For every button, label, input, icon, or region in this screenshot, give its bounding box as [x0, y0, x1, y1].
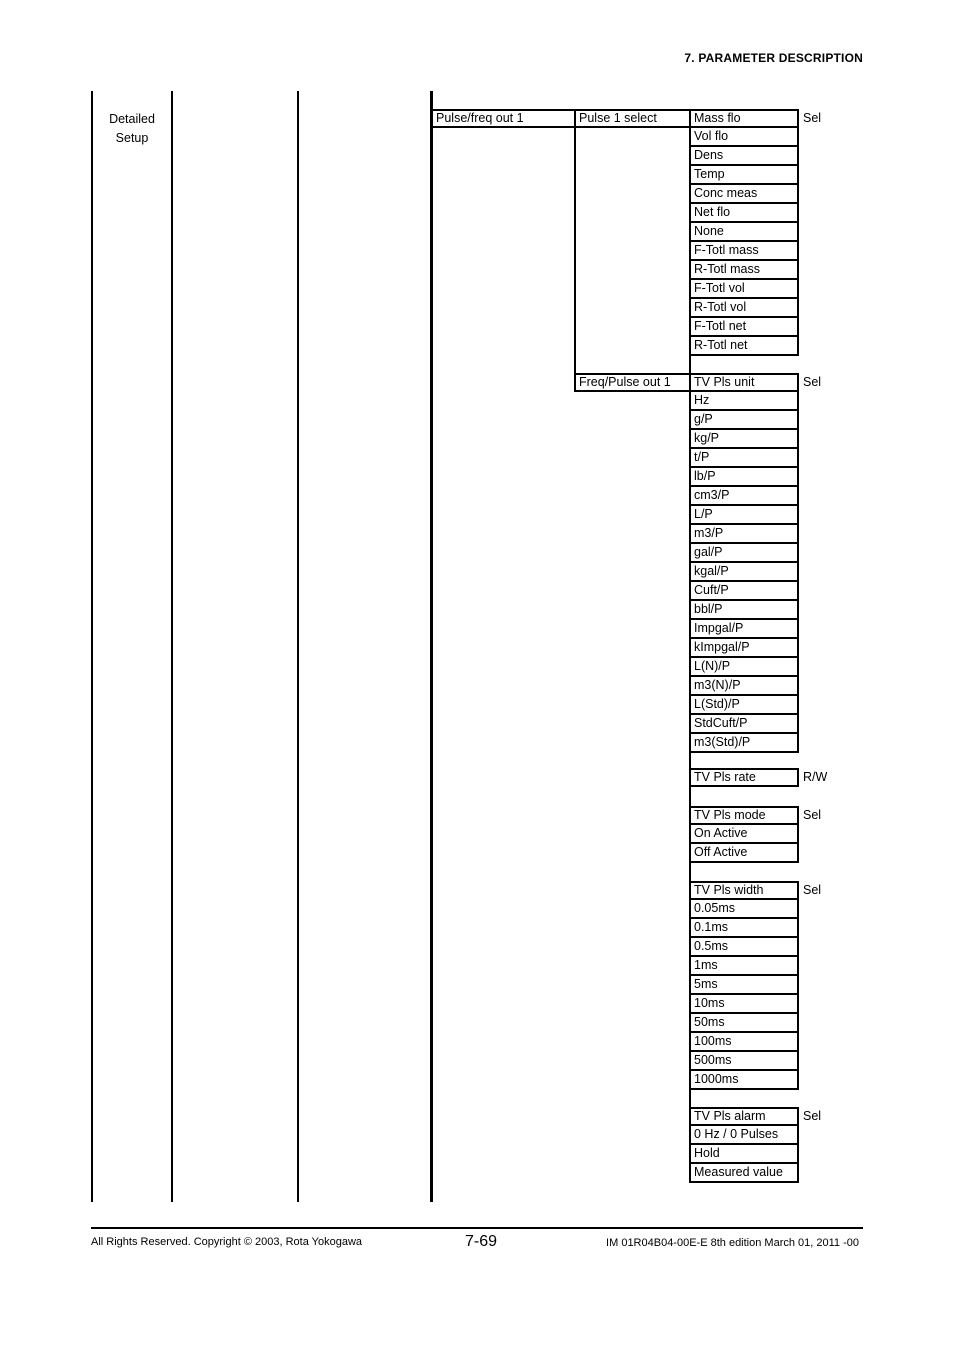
option-item[interactable]: Measured value — [689, 1164, 799, 1183]
option-item[interactable]: kImpgal/P — [689, 639, 799, 658]
option-item[interactable]: L(N)/P — [689, 658, 799, 677]
option-item[interactable]: 1000ms — [689, 1071, 799, 1090]
option-list-tv-pls-mode: TV Pls mode On Active Off Active — [689, 806, 799, 863]
option-list-tv-pls-alarm: TV Pls alarm 0 Hz / 0 Pulses Hold Measured … — [689, 1107, 799, 1183]
option-item[interactable]: L(Std)/P — [689, 696, 799, 715]
column-divider-2 — [171, 91, 173, 1202]
option-item[interactable]: TV Pls alarm — [689, 1107, 799, 1126]
access-label: R/W — [803, 770, 828, 784]
footer-doc-id: IM 01R04B04-00E-E 8th edition March 01, … — [606, 1237, 859, 1249]
option-item[interactable]: m3(N)/P — [689, 677, 799, 696]
column-divider-4 — [430, 91, 433, 1202]
option-item[interactable]: cm3/P — [689, 487, 799, 506]
option-item[interactable]: TV Pls mode — [689, 806, 799, 825]
footer-copyright: All Rights Reserved. Copyright © 2003, R… — [91, 1236, 363, 1248]
option-item[interactable]: Temp — [689, 166, 799, 185]
option-item[interactable]: TV Pls width — [689, 881, 799, 900]
option-item[interactable]: F-Totl net — [689, 318, 799, 337]
option-item[interactable]: None — [689, 223, 799, 242]
option-item[interactable]: 0.5ms — [689, 938, 799, 957]
footer-divider — [91, 1227, 863, 1229]
option-item[interactable]: Hold — [689, 1145, 799, 1164]
menu-item-pulse-freq-out-1[interactable]: Pulse/freq out 1 — [431, 109, 576, 128]
option-list-tv-pls-rate: TV Pls rate — [689, 768, 799, 787]
option-item[interactable]: TV Pls unit — [689, 373, 799, 392]
option-item[interactable]: 0 Hz / 0 Pulses — [689, 1126, 799, 1145]
connector-line — [574, 126, 576, 384]
menu-item-freq-pulse-out-1[interactable]: Freq/Pulse out 1 — [574, 373, 691, 392]
option-item[interactable]: F-Totl mass — [689, 242, 799, 261]
level1-label-line2: Setup — [115, 131, 149, 145]
option-item[interactable]: m3(Std)/P — [689, 734, 799, 753]
option-item[interactable]: g/P — [689, 411, 799, 430]
option-item[interactable]: Conc meas — [689, 185, 799, 204]
option-item[interactable]: 50ms — [689, 1014, 799, 1033]
option-item[interactable]: R-Totl net — [689, 337, 799, 356]
option-item[interactable]: L/P — [689, 506, 799, 525]
option-item[interactable]: Cuft/P — [689, 582, 799, 601]
option-item[interactable]: Off Active — [689, 844, 799, 863]
access-label: Sel — [803, 883, 822, 897]
access-label: Sel — [803, 375, 822, 389]
option-item[interactable]: 0.05ms — [689, 900, 799, 919]
page-number: 7-69 — [465, 1233, 498, 1250]
option-item[interactable]: TV Pls rate — [689, 768, 799, 787]
option-item[interactable]: lb/P — [689, 468, 799, 487]
option-item[interactable]: R-Totl mass — [689, 261, 799, 280]
section-header: 7. PARAMETER DESCRIPTION — [684, 51, 863, 65]
option-item[interactable]: kg/P — [689, 430, 799, 449]
level1-label-line1: Detailed — [109, 112, 155, 126]
option-item[interactable]: 100ms — [689, 1033, 799, 1052]
level1-label: Detailed Setup — [96, 110, 168, 148]
option-item[interactable]: 10ms — [689, 995, 799, 1014]
option-item[interactable]: Dens — [689, 147, 799, 166]
option-list-tv-pls-width: TV Pls width 0.05ms 0.1ms 0.5ms 1ms 5ms 10ms 50… — [689, 881, 799, 1090]
option-item[interactable]: F-Totl vol — [689, 280, 799, 299]
menu-item-pulse-1-select[interactable]: Pulse 1 select — [574, 109, 691, 128]
option-item[interactable]: t/P — [689, 449, 799, 468]
option-item[interactable]: 500ms — [689, 1052, 799, 1071]
option-item[interactable]: 5ms — [689, 976, 799, 995]
access-label: Sel — [803, 1109, 822, 1123]
column-divider-3 — [297, 91, 299, 1202]
option-item[interactable]: 0.1ms — [689, 919, 799, 938]
option-item[interactable]: Vol flo — [689, 128, 799, 147]
access-label: Sel — [803, 808, 822, 822]
option-item[interactable]: kgal/P — [689, 563, 799, 582]
option-item[interactable]: bbl/P — [689, 601, 799, 620]
option-item[interactable]: R-Totl vol — [689, 299, 799, 318]
column-divider-1 — [91, 91, 93, 1202]
option-item[interactable]: On Active — [689, 825, 799, 844]
option-item[interactable]: Impgal/P — [689, 620, 799, 639]
option-item[interactable]: 1ms — [689, 957, 799, 976]
access-label: Sel — [803, 111, 822, 125]
option-item[interactable]: Mass flo — [689, 109, 799, 128]
option-item[interactable]: Hz — [689, 392, 799, 411]
option-item[interactable]: Net flo — [689, 204, 799, 223]
option-item[interactable]: gal/P — [689, 544, 799, 563]
option-list-pulse-1-select: Mass flo Vol flo Dens Temp Conc meas Net flo N… — [689, 109, 799, 356]
option-item[interactable]: StdCuft/P — [689, 715, 799, 734]
option-item[interactable]: m3/P — [689, 525, 799, 544]
option-list-tv-pls-unit: TV Pls unit Hz g/P kg/P t/P lb/P cm3/P L/P m3/P g… — [689, 373, 799, 753]
